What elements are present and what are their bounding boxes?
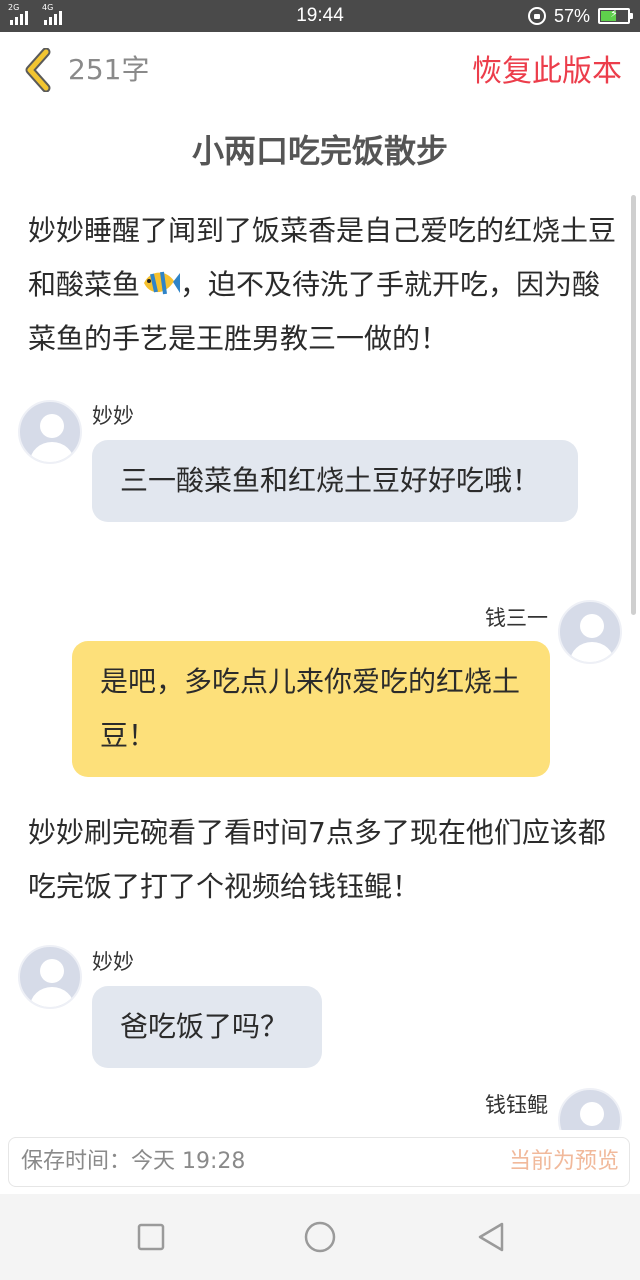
rotation-lock-icon bbox=[527, 7, 546, 25]
speaker-name: 钱钰鲲 bbox=[485, 1093, 548, 1117]
chat-bubble: 是吧，多吃点儿来你爱吃的红烧土豆！ bbox=[72, 641, 550, 777]
speaker-name: 妙妙 bbox=[92, 950, 134, 974]
status-bar: 2G 4G 19:44 57% ⚡ bbox=[0, 0, 640, 32]
avatar bbox=[18, 400, 82, 464]
avatar bbox=[558, 600, 622, 664]
paragraph: 妙妙刷完碗看了看时间7点多了现在他们应该都吃完饭了打了个视频给钱钰鲲！ bbox=[28, 816, 606, 903]
recent-apps-button[interactable] bbox=[133, 1219, 169, 1255]
page-title: 小两口吃完饭散步 bbox=[191, 132, 448, 170]
avatar bbox=[558, 1088, 622, 1130]
battery-percent: 57% bbox=[553, 6, 590, 26]
back-button[interactable]: 251字 bbox=[20, 48, 149, 92]
charging-icon: ⚡ bbox=[610, 7, 618, 20]
battery-icon: ⚡ bbox=[598, 7, 633, 24]
status-right: 57% ⚡ bbox=[527, 5, 633, 27]
save-info-bar: 保存时间：今天 19:28 当前为预览 bbox=[8, 1137, 630, 1187]
chat-clip: 钱钰鲲 bbox=[0, 1080, 640, 1130]
save-time: 保存时间：今天 19:28 bbox=[21, 1149, 246, 1174]
tropical-fish-icon bbox=[144, 271, 181, 295]
scrollbar[interactable] bbox=[631, 195, 636, 615]
chat-bubble: 三一酸菜鱼和红烧土豆好好吃哦！ bbox=[92, 440, 578, 522]
word-count: 251字 bbox=[68, 53, 150, 86]
restore-version-button[interactable]: 恢复此版本 bbox=[472, 52, 622, 92]
chevron-left-icon bbox=[25, 48, 51, 92]
speaker-name: 钱三一 bbox=[485, 606, 548, 630]
preview-status: 当前为预览 bbox=[508, 1149, 619, 1174]
system-nav-bar bbox=[0, 1194, 640, 1280]
header: 251字 恢复此版本 bbox=[0, 32, 640, 108]
speaker-name: 妙妙 bbox=[92, 404, 134, 428]
back-nav-button[interactable] bbox=[474, 1219, 510, 1255]
chat-bubble: 爸吃饭了吗？ bbox=[92, 986, 322, 1068]
home-button[interactable] bbox=[302, 1219, 338, 1255]
paragraph: 妙妙睡醒了闻到了饭菜香是自己爱吃的红烧土豆和酸菜鱼 ，迫不及待洗了手就开吃，因为… bbox=[28, 204, 618, 366]
avatar bbox=[18, 945, 82, 1009]
